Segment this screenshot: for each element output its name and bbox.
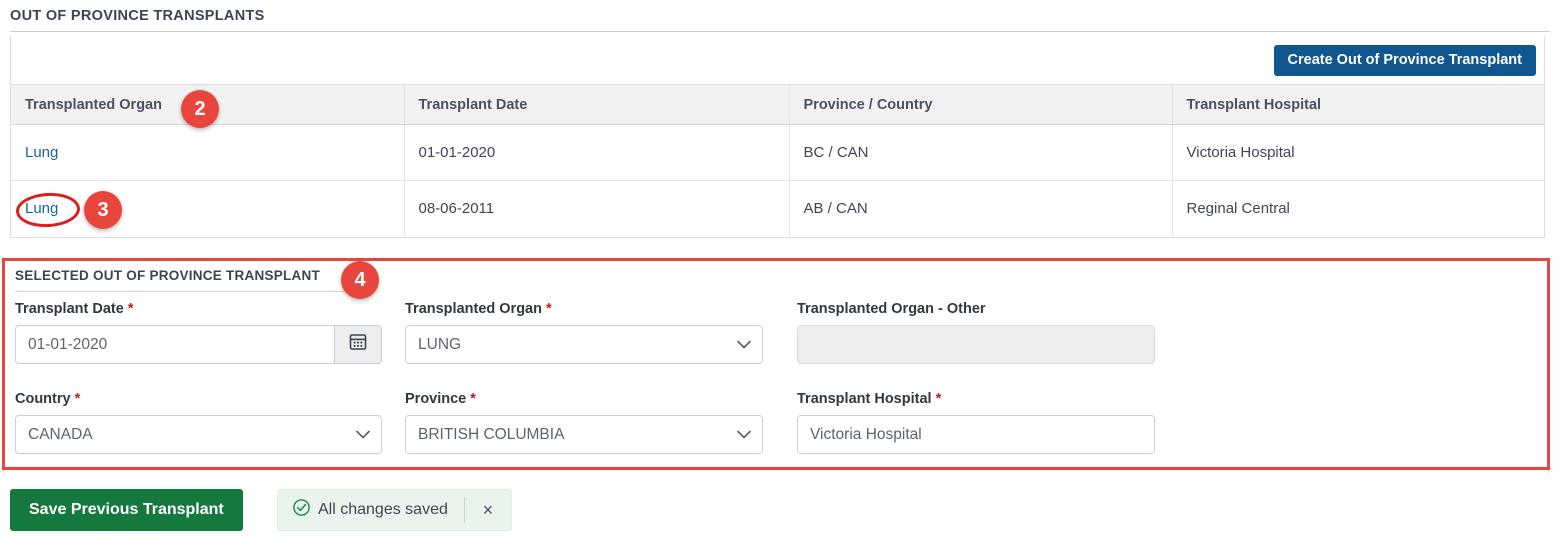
annotation-badge-3: 3 [84, 191, 122, 229]
label-text: Transplant Date [15, 301, 124, 317]
page-title: OUT OF PROVINCE TRANSPLANTS [10, 8, 265, 24]
transplant-hospital-input[interactable] [797, 415, 1155, 454]
field-transplanted-organ: Transplanted Organ * LUNG [405, 301, 763, 364]
required-marker: * [546, 301, 552, 317]
cell-transplant-date: 08-06-2011 [404, 180, 790, 237]
saved-status-text: All changes saved [318, 501, 448, 518]
province-select[interactable]: BRITISH COLUMBIA [405, 415, 763, 454]
cell-province-country: BC / CAN [789, 124, 1173, 181]
label-country: Country * [15, 391, 382, 407]
transplanted-organ-select-wrap: LUNG [405, 325, 763, 364]
country-select-wrap: CANADA [15, 415, 382, 454]
calendar-icon [348, 332, 368, 357]
table-head: Transplanted Organ Transplant Date Provi… [11, 84, 1544, 125]
label-text: Country [15, 391, 71, 407]
cell-transplanted-organ: Lung [11, 124, 405, 181]
check-circle-icon [292, 498, 311, 522]
table-row[interactable]: Lung 08-06-2011 AB / CAN Reginal Central [11, 180, 1544, 237]
selected-panel-title: SELECTED OUT OF PROVINCE TRANSPLANT [15, 268, 321, 283]
label-transplant-hospital: Transplant Hospital * [797, 391, 1155, 407]
cell-transplant-hospital: Victoria Hospital [1172, 124, 1544, 181]
out-of-province-transplants-table: Transplanted Organ Transplant Date Provi… [11, 84, 1544, 237]
label-text: Transplanted Organ - Other [797, 301, 986, 317]
label-text: Transplanted Organ [405, 301, 542, 317]
required-marker: * [127, 301, 134, 317]
country-select[interactable]: CANADA [15, 415, 382, 454]
label-text: Transplant Hospital [797, 391, 932, 407]
table-row[interactable]: Lung 01-01-2020 BC / CAN Victoria Hospit… [11, 124, 1544, 181]
label-transplanted-organ: Transplanted Organ * [405, 301, 763, 317]
field-province: Province * BRITISH COLUMBIA [405, 391, 763, 454]
selected-transplant-panel: SELECTED OUT OF PROVINCE TRANSPLANT Tran… [2, 258, 1550, 470]
field-country: Country * CANADA [15, 391, 382, 454]
selected-panel-divider [15, 291, 345, 292]
date-input-group [15, 325, 382, 364]
save-previous-transplant-button[interactable]: Save Previous Transplant [10, 489, 243, 531]
cell-province-country: AB / CAN [789, 180, 1173, 237]
table-body: Lung 01-01-2020 BC / CAN Victoria Hospit… [11, 124, 1544, 237]
required-marker: * [935, 391, 942, 407]
province-select-wrap: BRITISH COLUMBIA [405, 415, 763, 454]
section-divider [10, 31, 1550, 32]
create-out-of-province-transplant-button[interactable]: Create Out of Province Transplant [1273, 45, 1536, 76]
field-transplant-hospital: Transplant Hospital * [797, 391, 1155, 454]
transplanted-organ-select[interactable]: LUNG [405, 325, 763, 364]
transplanted-organ-other-input [797, 325, 1155, 364]
required-marker: * [74, 391, 81, 407]
required-marker: * [470, 391, 476, 407]
dismiss-saved-status-button[interactable]: × [465, 490, 511, 530]
label-transplanted-organ-other: Transplanted Organ - Other [797, 301, 1155, 317]
column-header-transplant-hospital[interactable]: Transplant Hospital [1172, 84, 1544, 125]
annotation-badge-2: 2 [181, 90, 219, 128]
section-header: OUT OF PROVINCE TRANSPLANTS [10, 8, 1550, 32]
field-transplanted-organ-other: Transplanted Organ - Other [797, 301, 1155, 364]
calendar-icon-button[interactable] [334, 325, 382, 364]
transplants-table-card: Create Out of Province Transplant Transp… [10, 36, 1545, 238]
annotation-badge-4: 4 [341, 261, 379, 299]
label-text: Province [405, 391, 467, 407]
cell-transplant-hospital: Reginal Central [1186, 200, 1290, 218]
organ-link[interactable]: Lung [25, 144, 58, 161]
table-header-row: Transplanted Organ Transplant Date Provi… [11, 84, 1544, 125]
table-toolbar: Create Out of Province Transplant [11, 36, 1544, 84]
saved-status-pill: All changes saved × [277, 489, 512, 531]
field-transplant-date: Transplant Date * [15, 301, 382, 364]
column-header-province-country[interactable]: Province / Country [789, 84, 1173, 125]
out-of-province-transplants-page: OUT OF PROVINCE TRANSPLANTS Create Out o… [0, 0, 1562, 548]
label-province: Province * [405, 391, 763, 407]
transplant-date-input[interactable] [15, 325, 334, 364]
cell-transplant-date: 01-01-2020 [404, 124, 790, 181]
label-transplant-date: Transplant Date * [15, 301, 382, 317]
column-header-transplant-date[interactable]: Transplant Date [404, 84, 790, 125]
